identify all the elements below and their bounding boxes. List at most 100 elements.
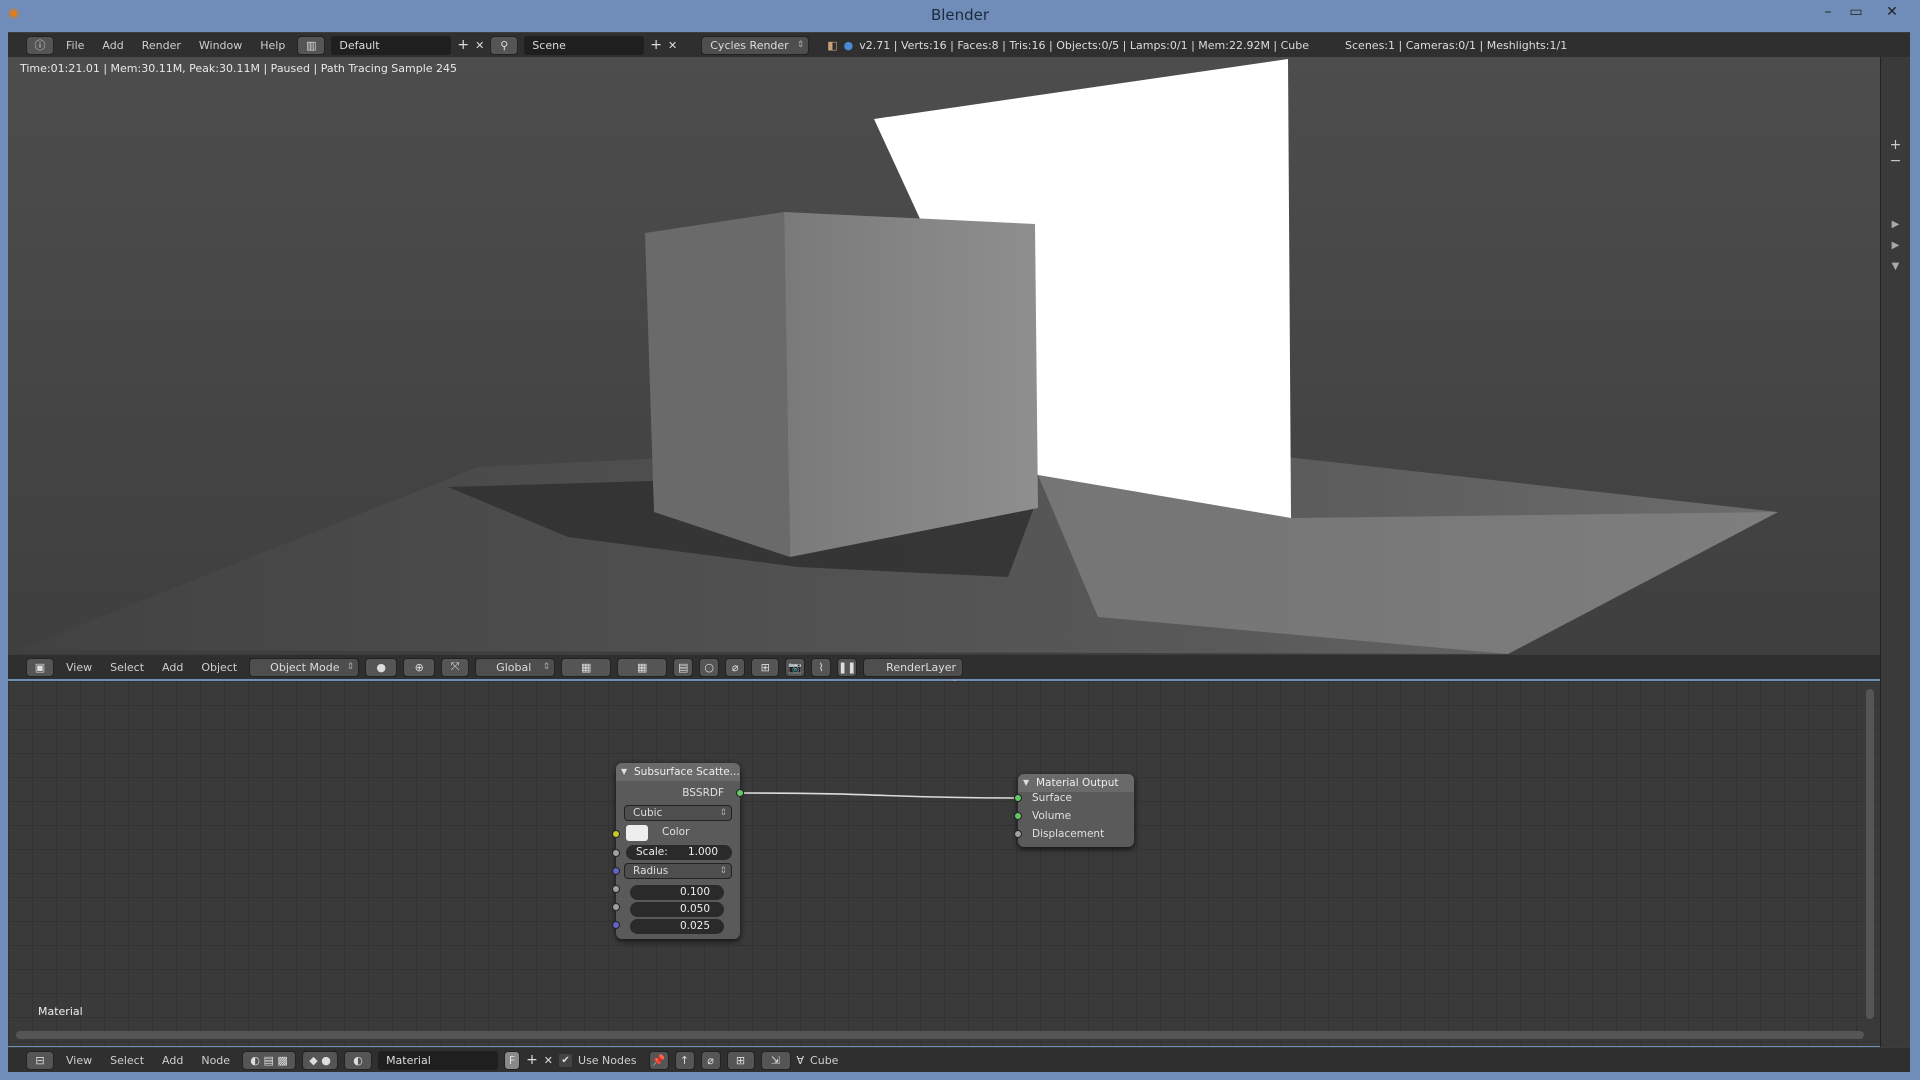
subsurface-scattering-node[interactable]: Subsurface Scatte... BSSRDF Cubic Color … (612, 763, 744, 939)
snap-element-icon[interactable]: ⊞ (751, 657, 780, 677)
editor-type-info-icon[interactable]: ⓘ (26, 35, 54, 55)
displacement-socket[interactable] (1014, 830, 1022, 838)
use-nodes-label: Use Nodes (578, 1053, 637, 1067)
volume-label: Volume (1032, 810, 1072, 822)
render-image-icon[interactable]: 📷 (785, 657, 806, 677)
node-editor[interactable]: Subsurface Scatte... BSSRDF Cubic Color … (8, 681, 1880, 1046)
copy-paste-nodes-icon[interactable]: ⇲ (760, 1050, 791, 1070)
panel-expand-icon[interactable]: ▶ (1881, 240, 1910, 251)
panel-expand-icon[interactable]: ▶ (1881, 219, 1910, 230)
normal-socket[interactable] (612, 921, 620, 929)
color-swatch[interactable] (626, 825, 648, 841)
pivot-point-icon[interactable]: ⊕ (403, 657, 436, 677)
mesh-icon: ∀ (796, 1053, 805, 1067)
scale-input-socket[interactable] (612, 849, 620, 857)
remove-layout-icon[interactable]: ✕ (475, 39, 484, 52)
zoom-in-icon[interactable]: + (1881, 137, 1910, 153)
screen-layout-icon[interactable]: ▥ (297, 35, 326, 55)
cube-left-face (645, 212, 790, 557)
menu-add[interactable]: Add (156, 1054, 189, 1067)
add-material-icon[interactable]: + (526, 1052, 538, 1068)
transform-orientation-dropdown[interactable]: Global (475, 657, 556, 677)
menu-help[interactable]: Help (254, 39, 291, 52)
mode-dropdown[interactable]: Object Mode (249, 657, 360, 677)
displacement-label: Displacement (1032, 828, 1105, 840)
material-output-node[interactable]: Material Output Surface Volume Displacem… (1014, 774, 1134, 847)
editor-type-3d-icon[interactable]: ▣ (26, 657, 54, 677)
menu-view[interactable]: View (60, 661, 98, 674)
zoom-out-icon[interactable]: − (1881, 153, 1910, 169)
node-editor-header: ⊟ View Select Add Node ◐ ▤ ▩ ◆ ● ◐ Mater… (8, 1047, 1910, 1072)
radius-input-socket[interactable] (612, 867, 620, 875)
menu-add[interactable]: Add (156, 661, 189, 674)
pin-icon[interactable]: 📌 (648, 1050, 669, 1070)
menu-add[interactable]: Add (96, 39, 129, 52)
material-field[interactable]: Material (378, 1050, 499, 1070)
render-layer-dropdown[interactable]: RenderLayer (863, 657, 964, 693)
fake-user-button[interactable]: F (504, 1050, 521, 1070)
proportional-edit-icon[interactable]: ○ (699, 657, 720, 677)
blender-logo-icon: ◉ (8, 6, 20, 21)
surface-socket[interactable] (1014, 794, 1022, 802)
color-input-socket[interactable] (612, 830, 620, 838)
menu-render[interactable]: Render (136, 39, 187, 52)
menu-file[interactable]: File (60, 39, 90, 52)
layers-icon[interactable]: ▦ (561, 657, 612, 677)
remove-material-icon[interactable]: ✕ (544, 1054, 553, 1067)
vertical-scrollbar[interactable] (1866, 689, 1874, 1019)
snap-node-element-icon[interactable]: ⊞ (726, 1050, 755, 1070)
parent-node-tree-icon[interactable]: ↑ (674, 1050, 695, 1070)
remove-scene-icon[interactable]: ✕ (668, 39, 677, 52)
node-title[interactable]: Material Output (1018, 774, 1134, 792)
falloff-dropdown[interactable]: Cubic (624, 805, 732, 821)
add-layout-icon[interactable]: + (457, 37, 469, 53)
maximize-button[interactable]: ▭ (1842, 2, 1870, 22)
snap-icon[interactable]: ⌀ (700, 1050, 721, 1070)
volume-socket[interactable] (1014, 812, 1022, 820)
material-browse-icon[interactable]: ◐ (344, 1050, 373, 1070)
3d-viewport-render[interactable] (8, 57, 1880, 654)
bssrdf-output-label: BSSRDF (682, 787, 724, 799)
sharpness-socket[interactable] (612, 885, 620, 893)
menu-object[interactable]: Object (195, 661, 243, 674)
render-animation-icon[interactable]: ⌇ (811, 657, 832, 677)
menu-view[interactable]: View (60, 1054, 98, 1067)
radius-dropdown[interactable]: Radius (624, 863, 732, 879)
viewport-shading-icon[interactable]: ● (365, 657, 398, 677)
snap-icon[interactable]: ⌀ (725, 657, 746, 677)
title-bar: Blender (0, 0, 1920, 30)
layers-2-icon[interactable]: ▦ (617, 657, 668, 677)
menu-window[interactable]: Window (193, 39, 248, 52)
window-title: Blender (930, 6, 990, 24)
scale-field[interactable]: Scale: 1.000 (626, 845, 732, 860)
material-preview-icon: ◧ (827, 38, 838, 52)
tool-shelf-collapsed[interactable]: + − ▶ ▶ ▼ (1880, 57, 1910, 1047)
horizontal-scrollbar[interactable] (16, 1031, 1864, 1039)
menu-node[interactable]: Node (195, 1054, 236, 1067)
add-scene-icon[interactable]: + (650, 37, 662, 53)
shader-tree-type-icon[interactable]: ◐ ▤ ▩ (242, 1050, 297, 1070)
menu-select[interactable]: Select (104, 661, 150, 674)
node-link (740, 792, 1019, 799)
scene-icon[interactable]: ⚲ (490, 35, 519, 55)
minimize-button[interactable]: – (1814, 2, 1842, 22)
texture-blur-socket[interactable] (612, 903, 620, 911)
radius-y-field[interactable]: 0.050 (630, 902, 724, 917)
scale-label: Scale: (636, 846, 668, 858)
scene-field[interactable]: Scene (524, 35, 645, 55)
render-engine-dropdown[interactable]: Cycles Render (701, 35, 810, 55)
editor-type-node-icon[interactable]: ⊟ (26, 1050, 54, 1070)
panel-collapse-icon[interactable]: ▼ (1881, 261, 1910, 272)
radius-x-field[interactable]: 0.100 (630, 885, 724, 900)
shader-type-object-icon[interactable]: ◆ ● (302, 1050, 339, 1070)
bssrdf-output-socket[interactable] (736, 789, 744, 797)
layout-field[interactable]: Default (331, 35, 452, 55)
use-nodes-checkbox[interactable]: ✔ (559, 1053, 573, 1067)
node-title[interactable]: Subsurface Scatte... (616, 763, 740, 781)
lock-camera-icon[interactable]: ▤ (673, 657, 694, 677)
close-button[interactable]: ✕ (1878, 2, 1906, 22)
radius-z-field[interactable]: 0.025 (630, 919, 724, 934)
pause-icon[interactable]: ❚❚ (837, 657, 858, 677)
manipulator-icon[interactable]: ⤧ (441, 657, 470, 677)
menu-select[interactable]: Select (104, 1054, 150, 1067)
